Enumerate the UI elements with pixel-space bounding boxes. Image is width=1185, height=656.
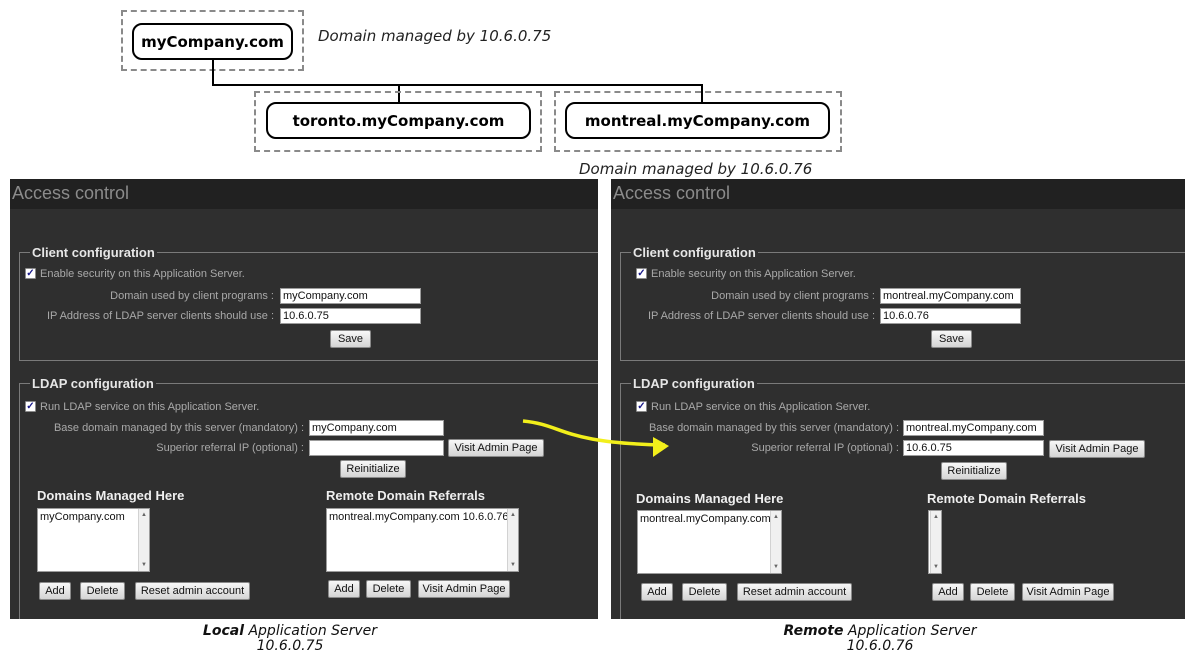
add-referral-button[interactable]: Add [328, 580, 360, 598]
client-configuration-section: Client configuration ✓ Enable security o… [19, 244, 598, 361]
local-server-caption: Local Application Server 10.6.0.75 [190, 624, 390, 654]
add-domain-button[interactable]: Add [39, 582, 71, 600]
ldap-ip-input[interactable]: 10.6.0.75 [280, 308, 421, 324]
panel-header: Access control [611, 179, 1185, 209]
remote-referrals-title: Remote Domain Referrals [326, 488, 485, 503]
delete-domain-button[interactable]: Delete [682, 583, 727, 601]
ldap-configuration-section: LDAP configuration ✓ Run LDAP service on… [620, 375, 1185, 619]
caption-strong: Remote [783, 623, 844, 639]
run-ldap-label: Run LDAP service on this Application Ser… [651, 401, 871, 413]
list-item[interactable]: montreal.myCompany.com [640, 513, 781, 525]
domains-managed-list[interactable]: myCompany.com ▲ ▼ [37, 508, 150, 572]
reinitialize-button[interactable]: Reinitialize [340, 460, 406, 478]
list-item[interactable]: montreal.myCompany.com 10.6.0.76 [329, 511, 518, 523]
enable-security-label: Enable security on this Application Serv… [651, 268, 856, 280]
scroll-up-icon[interactable]: ▲ [510, 512, 516, 518]
section-legend: LDAP configuration [30, 375, 156, 392]
delete-domain-button[interactable]: Delete [80, 582, 125, 600]
superior-referral-label: Superior referral IP (optional) : [156, 442, 304, 454]
delete-referral-button[interactable]: Delete [366, 580, 411, 598]
client-domain-label: Domain used by client programs : [110, 290, 274, 302]
domains-managed-title: Domains Managed Here [636, 491, 784, 506]
superior-referral-input[interactable]: 10.6.0.75 [903, 440, 1044, 456]
domains-managed-list[interactable]: montreal.myCompany.com ▲ ▼ [637, 510, 782, 574]
remote-referrals-list[interactable]: montreal.myCompany.com 10.6.0.76 ▲ ▼ [326, 508, 519, 572]
save-button[interactable]: Save [330, 330, 371, 348]
scrollbar[interactable]: ▲ ▼ [138, 509, 149, 571]
caption-text: Application Server [244, 623, 378, 639]
ldap-ip-input[interactable]: 10.6.0.76 [880, 308, 1021, 324]
tree-connector [212, 84, 703, 86]
page-title: Access control [613, 183, 731, 203]
scrollbar[interactable]: ▲ ▼ [930, 511, 941, 573]
caption-ip: 10.6.0.76 [846, 638, 914, 654]
panel-header: Access control [10, 179, 598, 209]
montreal-domain-node: montreal.myCompany.com [565, 102, 830, 139]
remote-server-caption: Remote Application Server 10.6.0.76 [780, 624, 980, 654]
remote-referrals-title: Remote Domain Referrals [927, 491, 1086, 506]
section-legend: Client configuration [30, 244, 157, 261]
run-ldap-checkbox[interactable]: ✓ [25, 401, 36, 412]
domains-managed-title: Domains Managed Here [37, 488, 185, 503]
referral-visit-admin-page-button[interactable]: Visit Admin Page [418, 580, 510, 598]
page-title: Access control [12, 183, 130, 203]
ldap-ip-label: IP Address of LDAP server clients should… [647, 310, 875, 322]
base-domain-label: Base domain managed by this server (mand… [648, 422, 899, 434]
tree-connector [212, 60, 214, 86]
add-domain-button[interactable]: Add [641, 583, 673, 601]
superior-referral-input[interactable] [309, 440, 444, 456]
scroll-up-icon[interactable]: ▲ [933, 514, 939, 520]
referral-visit-admin-page-button[interactable]: Visit Admin Page [1022, 583, 1114, 601]
caption-text: Application Server [843, 623, 977, 639]
add-referral-button[interactable]: Add [932, 583, 964, 601]
ldap-ip-label: IP Address of LDAP server clients should… [46, 310, 274, 322]
client-configuration-section: Client configuration ✓ Enable security o… [620, 244, 1185, 361]
reset-admin-account-button[interactable]: Reset admin account [135, 582, 250, 600]
scroll-down-icon[interactable]: ▼ [510, 562, 516, 568]
enable-security-checkbox[interactable]: ✓ [25, 268, 36, 279]
local-access-control-panel: Access control Client configuration ✓ En… [10, 179, 598, 619]
run-ldap-label: Run LDAP service on this Application Ser… [40, 401, 260, 413]
scroll-down-icon[interactable]: ▼ [933, 564, 939, 570]
superior-referral-label: Superior referral IP (optional) : [751, 442, 899, 454]
section-legend: LDAP configuration [631, 375, 757, 392]
root-domain-note: Domain managed by 10.6.0.75 [318, 27, 552, 45]
delete-referral-button[interactable]: Delete [970, 583, 1015, 601]
ldap-configuration-section: LDAP configuration ✓ Run LDAP service on… [19, 375, 598, 619]
list-item[interactable]: myCompany.com [40, 511, 149, 523]
client-domain-label: Domain used by client programs : [711, 290, 875, 302]
scrollbar[interactable]: ▲ ▼ [770, 511, 781, 573]
reinitialize-button[interactable]: Reinitialize [941, 462, 1007, 480]
base-domain-input[interactable]: myCompany.com [309, 420, 444, 436]
remote-access-control-panel: Access control Client configuration ✓ En… [611, 179, 1185, 619]
enable-security-label: Enable security on this Application Serv… [40, 268, 245, 280]
section-legend: Client configuration [631, 244, 758, 261]
reset-admin-account-button[interactable]: Reset admin account [737, 583, 852, 601]
montreal-domain-note: Domain managed by 10.6.0.76 [579, 160, 813, 178]
run-ldap-checkbox[interactable]: ✓ [636, 401, 647, 412]
base-domain-input[interactable]: montreal.myCompany.com [903, 420, 1044, 436]
toronto-domain-node: toronto.myCompany.com [266, 102, 531, 139]
enable-security-checkbox[interactable]: ✓ [636, 268, 647, 279]
client-domain-input[interactable]: myCompany.com [280, 288, 421, 304]
scroll-down-icon[interactable]: ▼ [141, 562, 147, 568]
scroll-down-icon[interactable]: ▼ [773, 564, 779, 570]
save-button[interactable]: Save [931, 330, 972, 348]
caption-strong: Local [202, 623, 245, 639]
remote-referrals-list[interactable]: ▲ ▼ [928, 510, 942, 574]
base-domain-label: Base domain managed by this server (mand… [53, 422, 304, 434]
scroll-up-icon[interactable]: ▲ [141, 512, 147, 518]
client-domain-input[interactable]: montreal.myCompany.com [880, 288, 1021, 304]
visit-admin-page-button[interactable]: Visit Admin Page [1049, 440, 1145, 458]
caption-ip: 10.6.0.75 [256, 638, 324, 654]
scrollbar[interactable]: ▲ ▼ [507, 509, 518, 571]
root-domain-node: myCompany.com [132, 23, 293, 60]
yellow-arrow-icon [522, 419, 669, 457]
scroll-up-icon[interactable]: ▲ [773, 514, 779, 520]
